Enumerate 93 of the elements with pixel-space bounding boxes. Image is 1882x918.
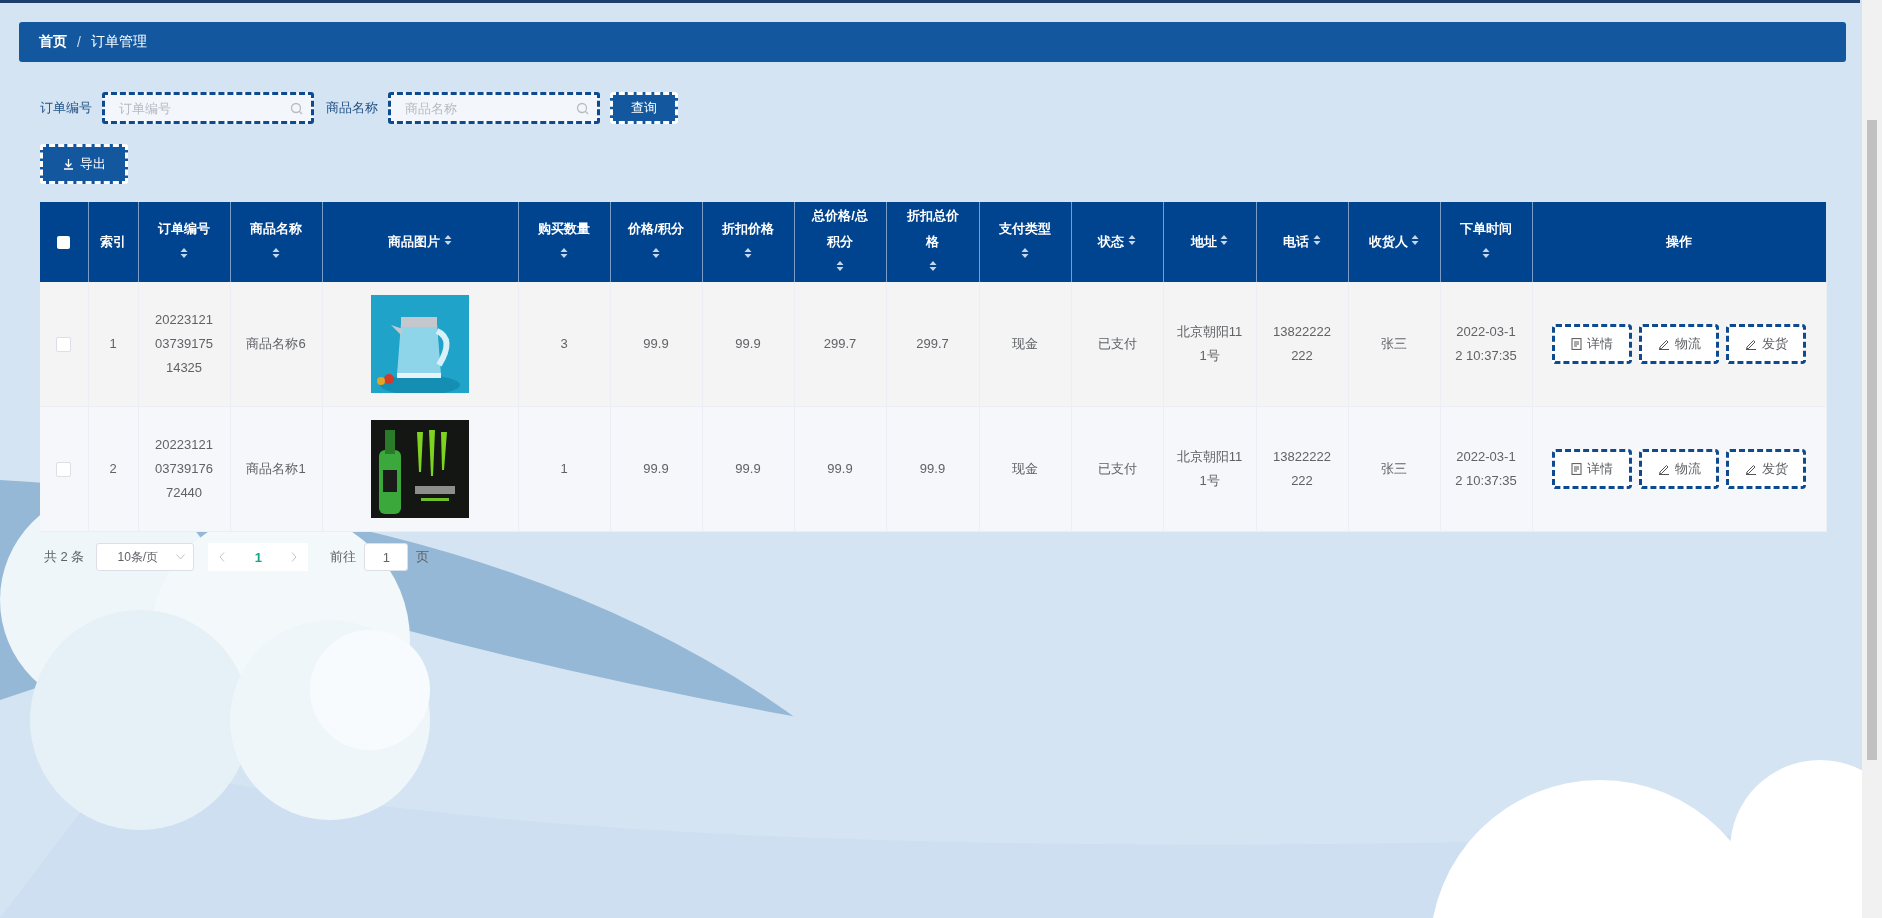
breadcrumb-separator: /	[77, 34, 81, 50]
sort-icon	[744, 247, 752, 260]
field-label: 商品名称	[326, 99, 378, 117]
table-cell: 99.9	[735, 461, 761, 476]
table-cell: 299.7	[916, 336, 949, 351]
document-icon	[1571, 463, 1582, 475]
table-cell: 99.9	[919, 461, 946, 476]
column-header[interactable]: 折扣价格	[722, 216, 774, 243]
table-cell: 299.7	[823, 336, 857, 351]
table-cell: 已支付	[1097, 336, 1137, 351]
table-cell: 商品名称1	[246, 461, 306, 476]
search-field[interactable]: 订单编号	[102, 92, 314, 124]
sort-icon	[1312, 233, 1321, 246]
page-size-select[interactable]: 10条/页	[96, 543, 195, 571]
search-icon	[576, 101, 589, 115]
field-label: 订单编号	[40, 99, 92, 117]
row-checkbox[interactable]	[56, 462, 72, 478]
column-header[interactable]: 支付类型	[999, 216, 1051, 243]
table-cell: 2	[109, 461, 117, 476]
pen-icon	[1744, 463, 1757, 475]
total-count: 共 2 条	[44, 548, 85, 566]
table-cell: 北京朝阳111号	[1176, 449, 1243, 488]
table-cell: 张三	[1381, 336, 1407, 351]
table-cell: 202231210373917672440	[155, 437, 213, 500]
export-button[interactable]: 导出	[40, 144, 128, 184]
goto-page-input[interactable]: 1	[364, 543, 409, 571]
action-button[interactable]: 物流	[1639, 324, 1719, 364]
sort-icon	[1411, 233, 1420, 246]
column-header[interactable]: 商品图片	[388, 229, 441, 256]
document-icon	[1571, 338, 1582, 350]
pen-icon	[1657, 338, 1670, 350]
breadcrumb-item: 订单管理	[90, 33, 147, 51]
column-header[interactable]: 购买数量	[538, 216, 590, 243]
search-input[interactable]: 商品名称	[405, 95, 576, 121]
sort-icon	[1127, 233, 1136, 246]
chevron-right-icon	[291, 552, 298, 562]
table-cell: 1	[109, 336, 117, 351]
column-header[interactable]: 下单时间	[1460, 216, 1512, 243]
breadcrumb-item[interactable]: 首页	[39, 33, 67, 51]
table-cell: 已支付	[1097, 461, 1137, 476]
sort-icon	[443, 233, 452, 246]
action-button[interactable]: 详情	[1552, 324, 1632, 364]
column-header[interactable]: 收货人	[1368, 229, 1408, 256]
column-header[interactable]: 订单编号	[158, 216, 210, 243]
table-cell: 99.9	[643, 336, 669, 351]
table-cell: 1	[560, 461, 568, 476]
table-cell: 2022-03-12 10:37:35	[1455, 324, 1517, 363]
search-input[interactable]: 订单编号	[119, 95, 290, 121]
page-suffix: 页	[416, 548, 430, 566]
row-checkbox[interactable]	[56, 337, 72, 353]
table-cell: 99.9	[735, 336, 761, 351]
table-cell: 13822222222	[1273, 324, 1331, 363]
search-icon	[290, 101, 303, 115]
table-cell: 99.9	[827, 461, 853, 476]
sort-icon	[1220, 233, 1229, 246]
query-button[interactable]: 查询	[610, 92, 678, 124]
pen-icon	[1744, 338, 1757, 350]
action-button[interactable]: 详情	[1552, 449, 1632, 489]
table-cell: 13822222222	[1273, 449, 1331, 488]
search-field[interactable]: 商品名称	[388, 92, 600, 124]
sort-icon	[1482, 247, 1490, 260]
download-icon	[62, 158, 74, 170]
table-cell: 3	[560, 336, 568, 351]
column-header[interactable]: 状态	[1098, 229, 1125, 256]
sort-icon	[560, 247, 568, 260]
goto-label: 前往	[330, 548, 357, 566]
column-header: 索引	[100, 233, 126, 252]
column-header[interactable]: 地址	[1190, 229, 1217, 256]
chevron-left-icon	[219, 552, 226, 562]
table-cell: 2022-03-12 10:37:35	[1455, 449, 1517, 488]
column-header[interactable]: 电话	[1283, 229, 1310, 256]
sort-icon	[836, 260, 844, 272]
scrollbar-thumb[interactable]	[1867, 120, 1877, 760]
action-button[interactable]: 发货	[1726, 324, 1806, 364]
sort-icon	[652, 247, 660, 260]
chevron-down-icon	[176, 554, 186, 560]
table-cell: 张三	[1381, 461, 1407, 476]
action-button[interactable]: 物流	[1639, 449, 1719, 489]
column-header[interactable]: 商品名称	[250, 216, 302, 243]
sort-icon	[1021, 247, 1029, 260]
column-header: 操作	[1666, 233, 1693, 252]
table-cell: 商品名称6	[246, 336, 306, 351]
action-button[interactable]: 发货	[1726, 449, 1806, 489]
pen-icon	[1657, 463, 1670, 475]
select-all-checkbox[interactable]	[57, 236, 71, 250]
table-cell: 现金	[1012, 336, 1038, 351]
table-cell: 现金	[1012, 461, 1038, 476]
table-cell: 202231210373917514325	[155, 312, 213, 375]
table-cell: 99.9	[643, 461, 669, 476]
sort-icon	[180, 247, 188, 260]
sort-icon	[928, 260, 937, 272]
table-cell: 北京朝阳111号	[1176, 324, 1243, 363]
sort-icon	[272, 247, 280, 260]
